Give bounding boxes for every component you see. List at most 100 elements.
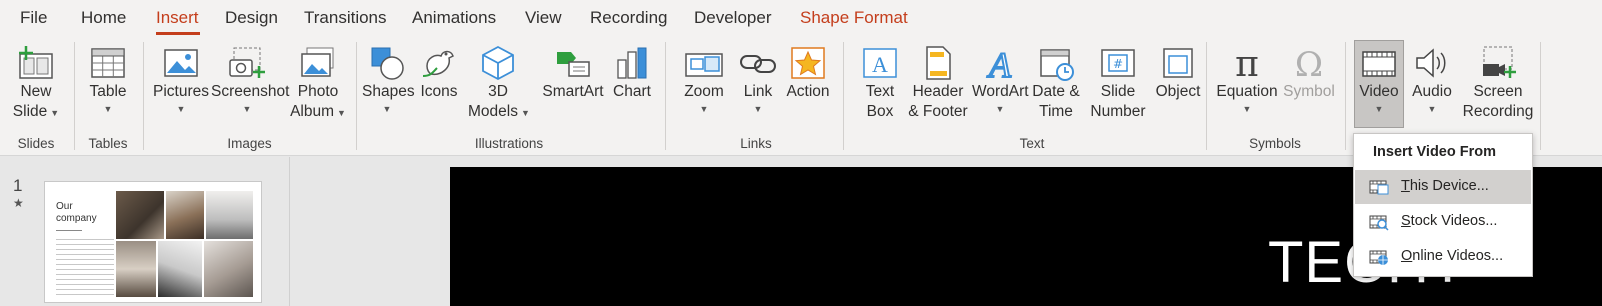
group-label-links: Links bbox=[740, 136, 772, 151]
photo-album-label: Photo bbox=[297, 83, 339, 100]
tab-insert[interactable]: Insert bbox=[156, 8, 199, 28]
wordart-label: WordArt bbox=[972, 83, 1029, 100]
slide-thumbnail[interactable]: Our company bbox=[44, 181, 262, 303]
equation-button[interactable]: π Equation ▼ bbox=[1214, 44, 1280, 114]
screen-recording-icon bbox=[1483, 46, 1516, 78]
audio-button[interactable]: Audio ▼ bbox=[1408, 44, 1456, 114]
this-device-label: This Device... bbox=[1401, 178, 1489, 194]
action-label: Action bbox=[786, 83, 830, 100]
this-device-menu-item[interactable]: This Device... bbox=[1355, 170, 1531, 204]
action-button[interactable]: Action bbox=[782, 44, 834, 102]
dropdown-header: Insert Video From bbox=[1373, 144, 1497, 160]
thumbnail-photo bbox=[206, 191, 253, 239]
group-separator bbox=[1540, 42, 1541, 150]
thumbnail-photo bbox=[204, 241, 253, 297]
screen-recording-label-2: Recording bbox=[1462, 103, 1534, 120]
smartart-icon bbox=[557, 52, 590, 77]
stock-videos-label: Stock Videos... bbox=[1401, 213, 1498, 229]
svg-text:π: π bbox=[1235, 44, 1259, 82]
shapes-button[interactable]: Shapes ▼ bbox=[362, 44, 415, 114]
omega-icon: Ω bbox=[1295, 45, 1323, 82]
group-separator bbox=[843, 42, 844, 150]
photo-album-label-2: Album bbox=[290, 103, 334, 120]
table-label: Table bbox=[89, 83, 127, 100]
thumbnail-photo bbox=[116, 241, 156, 297]
calendar-clock-icon bbox=[1040, 49, 1074, 81]
3d-cube-icon bbox=[482, 45, 514, 81]
thumbnail-photo bbox=[166, 191, 204, 239]
chevron-down-icon: ▼ bbox=[103, 104, 113, 114]
link-button[interactable]: Link ▼ bbox=[736, 44, 780, 114]
tab-developer[interactable]: Developer bbox=[694, 8, 772, 28]
screen-recording-label: Screen bbox=[1473, 83, 1523, 100]
zoom-button[interactable]: Zoom ▼ bbox=[678, 44, 730, 114]
tab-design[interactable]: Design bbox=[225, 8, 278, 28]
video-button[interactable]: Video ▼ bbox=[1354, 44, 1404, 114]
chevron-down-icon: ▼ bbox=[382, 104, 392, 114]
chevron-down-icon: ▼ bbox=[337, 108, 346, 118]
pictures-button[interactable]: Pictures ▼ bbox=[153, 44, 209, 114]
smartart-button[interactable]: SmartArt bbox=[540, 44, 606, 102]
text-box-label-2: Box bbox=[866, 103, 894, 120]
stock-videos-menu-item[interactable]: Stock Videos... bbox=[1355, 205, 1531, 239]
group-separator bbox=[143, 42, 144, 150]
svg-text:A: A bbox=[872, 52, 888, 77]
tab-file[interactable]: File bbox=[20, 8, 47, 28]
object-label: Object bbox=[1155, 83, 1201, 100]
screenshot-button[interactable]: Screenshot ▼ bbox=[211, 44, 289, 114]
slide-number-label-2: Number bbox=[1090, 103, 1146, 120]
chart-button[interactable]: Chart bbox=[608, 44, 656, 102]
tab-home[interactable]: Home bbox=[81, 8, 126, 28]
chevron-down-icon: ▼ bbox=[995, 104, 1005, 114]
3d-models-label-2: Models bbox=[468, 103, 518, 120]
insert-video-dropdown: Insert Video From This Device... Stock V… bbox=[1353, 133, 1533, 277]
header-footer-icon bbox=[926, 46, 951, 80]
online-videos-menu-item[interactable]: Online Videos... bbox=[1355, 240, 1531, 274]
symbol-button[interactable]: Ω Symbol bbox=[1282, 44, 1336, 102]
table-icon bbox=[91, 48, 125, 78]
wordart-button[interactable]: A WordArt ▼ bbox=[972, 44, 1029, 114]
photo-album-button[interactable]: Photo Album ▼ bbox=[290, 44, 346, 123]
3d-models-label: 3D bbox=[488, 83, 508, 100]
pictures-label: Pictures bbox=[153, 83, 209, 100]
new-slide-button[interactable]: New Slide ▼ bbox=[10, 44, 62, 123]
group-label-illustrations: Illustrations bbox=[474, 136, 544, 151]
chevron-down-icon: ▼ bbox=[50, 108, 60, 118]
slide-number-button[interactable]: # Slide Number bbox=[1087, 44, 1149, 122]
3d-models-button[interactable]: 3D Models ▼ bbox=[468, 44, 530, 123]
text-box-label: Text bbox=[865, 83, 895, 100]
equation-label: Equation bbox=[1216, 83, 1278, 100]
thumbnail-divider bbox=[56, 230, 82, 231]
tab-view[interactable]: View bbox=[525, 8, 562, 28]
chevron-down-icon: ▼ bbox=[1242, 104, 1252, 114]
table-button[interactable]: Table ▼ bbox=[84, 44, 132, 114]
screenshot-icon bbox=[229, 47, 265, 78]
date-time-label-2: Time bbox=[1039, 103, 1073, 120]
thumbnail-photo bbox=[158, 241, 202, 297]
chevron-down-icon: ▼ bbox=[242, 104, 252, 114]
symbol-label: Symbol bbox=[1283, 83, 1335, 100]
date-time-button[interactable]: Date & Time bbox=[1030, 44, 1082, 122]
action-star-icon bbox=[791, 47, 825, 79]
group-separator bbox=[665, 42, 666, 150]
icons-button[interactable]: Icons bbox=[418, 44, 460, 102]
tab-shape-format[interactable]: Shape Format bbox=[800, 8, 908, 28]
tab-animations[interactable]: Animations bbox=[412, 8, 496, 28]
chevron-down-icon: ▼ bbox=[699, 104, 709, 114]
shapes-icon bbox=[371, 47, 404, 80]
online-video-icon bbox=[1369, 250, 1388, 265]
tab-recording[interactable]: Recording bbox=[590, 8, 668, 28]
object-button[interactable]: Object bbox=[1148, 44, 1208, 102]
smartart-label: SmartArt bbox=[542, 83, 604, 100]
chart-label: Chart bbox=[613, 83, 651, 100]
group-separator bbox=[74, 42, 75, 150]
header-footer-button[interactable]: Header & Footer bbox=[906, 44, 970, 122]
text-box-button[interactable]: A Text Box bbox=[856, 44, 904, 122]
tab-transitions[interactable]: Transitions bbox=[304, 8, 387, 28]
thumbnail-body-text bbox=[56, 239, 114, 299]
chevron-down-icon: ▼ bbox=[1427, 104, 1437, 114]
svg-text:A: A bbox=[987, 45, 1012, 82]
screen-recording-button[interactable]: Screen Recording bbox=[1460, 44, 1536, 122]
zoom-icon bbox=[685, 53, 723, 77]
header-footer-label-2: & Footer bbox=[908, 103, 968, 120]
